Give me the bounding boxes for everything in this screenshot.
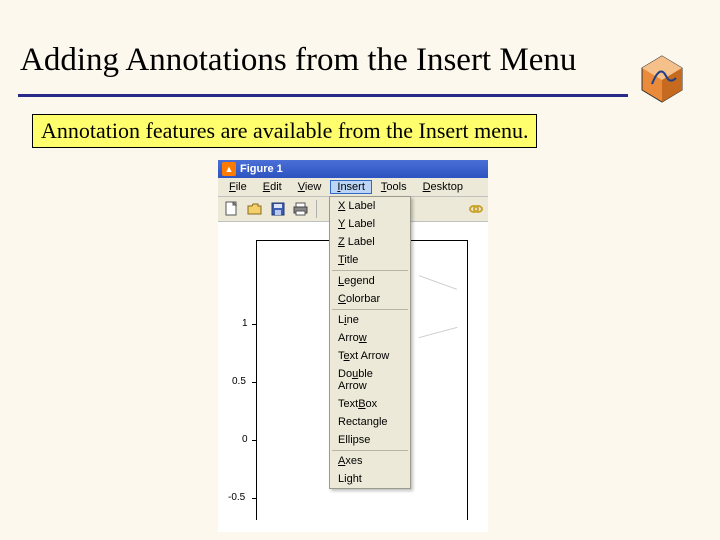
menu-desktop[interactable]: Desktop: [416, 180, 470, 194]
menu-xlabel[interactable]: X Label: [330, 197, 410, 215]
ytick-1: 1: [242, 318, 248, 329]
menu-tools[interactable]: Tools: [374, 180, 414, 194]
matlab-app-icon: ▲: [222, 162, 236, 176]
menu-rectangle[interactable]: Rectangle: [330, 413, 410, 431]
menu-title[interactable]: Title: [330, 251, 410, 269]
figure-window: ▲ Figure 1 File Edit View Insert Tools D…: [218, 160, 488, 532]
print-icon[interactable]: [291, 199, 311, 219]
menu-zlabel[interactable]: Z Label: [330, 233, 410, 251]
open-icon[interactable]: [245, 199, 265, 219]
menu-insert[interactable]: Insert: [330, 180, 372, 194]
new-icon[interactable]: [222, 199, 242, 219]
menu-arrow[interactable]: Arrow: [330, 329, 410, 347]
save-icon[interactable]: [268, 199, 288, 219]
ytick-neg0p5: -0.5: [228, 492, 245, 503]
menu-line[interactable]: Line: [330, 311, 410, 329]
menu-colorbar[interactable]: Colorbar: [330, 290, 410, 308]
page-title: Adding Annotations from the Insert Menu: [20, 42, 576, 79]
matlab-logo: [634, 50, 690, 106]
menu-view[interactable]: View: [291, 180, 329, 194]
menu-ylabel[interactable]: Y Label: [330, 215, 410, 233]
menu-light[interactable]: Light: [330, 470, 410, 488]
menu-ellipse[interactable]: Ellipse: [330, 431, 410, 449]
menu-separator: [332, 309, 408, 310]
menu-file[interactable]: File: [222, 180, 254, 194]
toolbar-separator: [316, 200, 317, 218]
ytick-0p5: 0.5: [232, 376, 246, 387]
menu-axes[interactable]: Axes: [330, 452, 410, 470]
menu-separator: [332, 450, 408, 451]
menu-textarrow[interactable]: Text Arrow: [330, 347, 410, 365]
menu-separator: [332, 270, 408, 271]
menu-legend[interactable]: Legend: [330, 272, 410, 290]
link-icon[interactable]: [466, 199, 486, 219]
menu-textbox[interactable]: TextBox: [330, 395, 410, 413]
menu-doublearrow[interactable]: Double Arrow: [330, 365, 410, 395]
menu-edit[interactable]: Edit: [256, 180, 289, 194]
menubar: File Edit View Insert Tools Desktop: [218, 178, 488, 197]
callout-box: Annotation features are available from t…: [32, 114, 537, 148]
title-underline: [18, 94, 628, 97]
window-title: Figure 1: [240, 163, 283, 175]
window-titlebar: ▲ Figure 1: [218, 160, 488, 178]
ytick-0: 0: [242, 434, 248, 445]
insert-dropdown: X Label Y Label Z Label Title Legend Col…: [329, 196, 411, 489]
